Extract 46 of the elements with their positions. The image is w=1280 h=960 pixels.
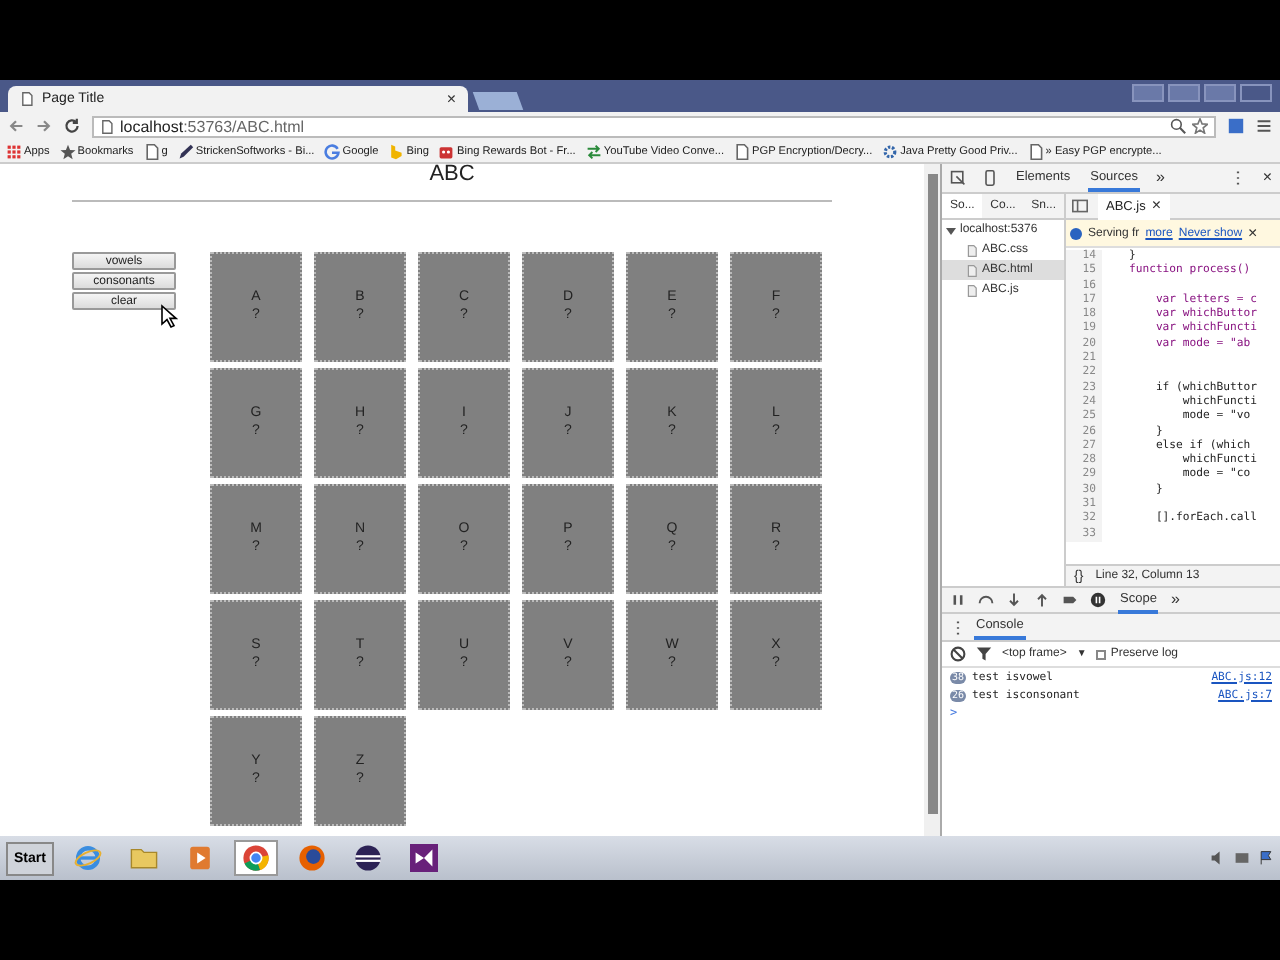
step-over-icon[interactable] (978, 592, 994, 608)
g-logo-icon[interactable] (324, 143, 341, 159)
page-heading: ABC (429, 164, 475, 184)
speaker-icon[interactable] (1210, 850, 1226, 866)
infinity-logo-icon[interactable] (409, 844, 438, 872)
filter-icon[interactable] (976, 646, 992, 662)
page-icon (100, 119, 114, 133)
gear-icon[interactable] (882, 143, 899, 159)
chrome-logo-icon[interactable] (241, 844, 270, 872)
forward-icon[interactable] (36, 118, 52, 134)
menu-icon[interactable] (1256, 118, 1272, 134)
pause-on-exceptions-icon[interactable] (1090, 592, 1106, 608)
tab-close-button[interactable]: × (446, 91, 456, 107)
flag-icon[interactable] (1258, 850, 1274, 866)
step-into-icon[interactable] (1006, 592, 1022, 608)
devtools-close-button[interactable]: × (1262, 170, 1272, 186)
url-text: localhost:53763/ABC.html (120, 117, 305, 135)
new-tab-button[interactable] (472, 92, 524, 110)
more-tabs-button[interactable]: » (1155, 170, 1165, 186)
page-icon (20, 92, 34, 106)
device-icon[interactable] (982, 170, 998, 186)
expand-arrow-icon[interactable] (946, 225, 956, 235)
grid-icon[interactable] (6, 143, 22, 159)
robot-icon[interactable] (438, 143, 455, 159)
star-icon[interactable] (1192, 118, 1208, 134)
step-out-icon[interactable] (1034, 592, 1050, 608)
zoom-icon[interactable] (1170, 118, 1186, 134)
scrollbar[interactable] (924, 164, 940, 836)
editor-tab-close-button[interactable]: × (1151, 198, 1162, 214)
arrows-icon[interactable] (585, 143, 602, 159)
more-panes-button[interactable]: » (1170, 592, 1180, 608)
info-close-button[interactable]: × (1248, 225, 1258, 241)
clear-icon[interactable] (950, 646, 966, 662)
pause-icon[interactable] (950, 592, 966, 608)
media-player-icon[interactable] (185, 844, 214, 872)
sidebar-toggle-icon[interactable] (1072, 198, 1088, 214)
deactivate-breakpoints-icon[interactable] (1062, 592, 1078, 608)
reload-icon[interactable] (64, 118, 80, 134)
mouse-cursor-icon (160, 304, 178, 328)
star-icon[interactable] (59, 143, 76, 159)
info-icon (1070, 227, 1082, 239)
eclipse-logo-icon[interactable] (353, 844, 382, 872)
inspect-icon[interactable] (950, 170, 966, 186)
firefox-logo-icon[interactable] (297, 844, 326, 872)
address-bar[interactable]: localhost:53763/ABC.html (92, 115, 1216, 137)
back-icon[interactable] (8, 118, 24, 134)
